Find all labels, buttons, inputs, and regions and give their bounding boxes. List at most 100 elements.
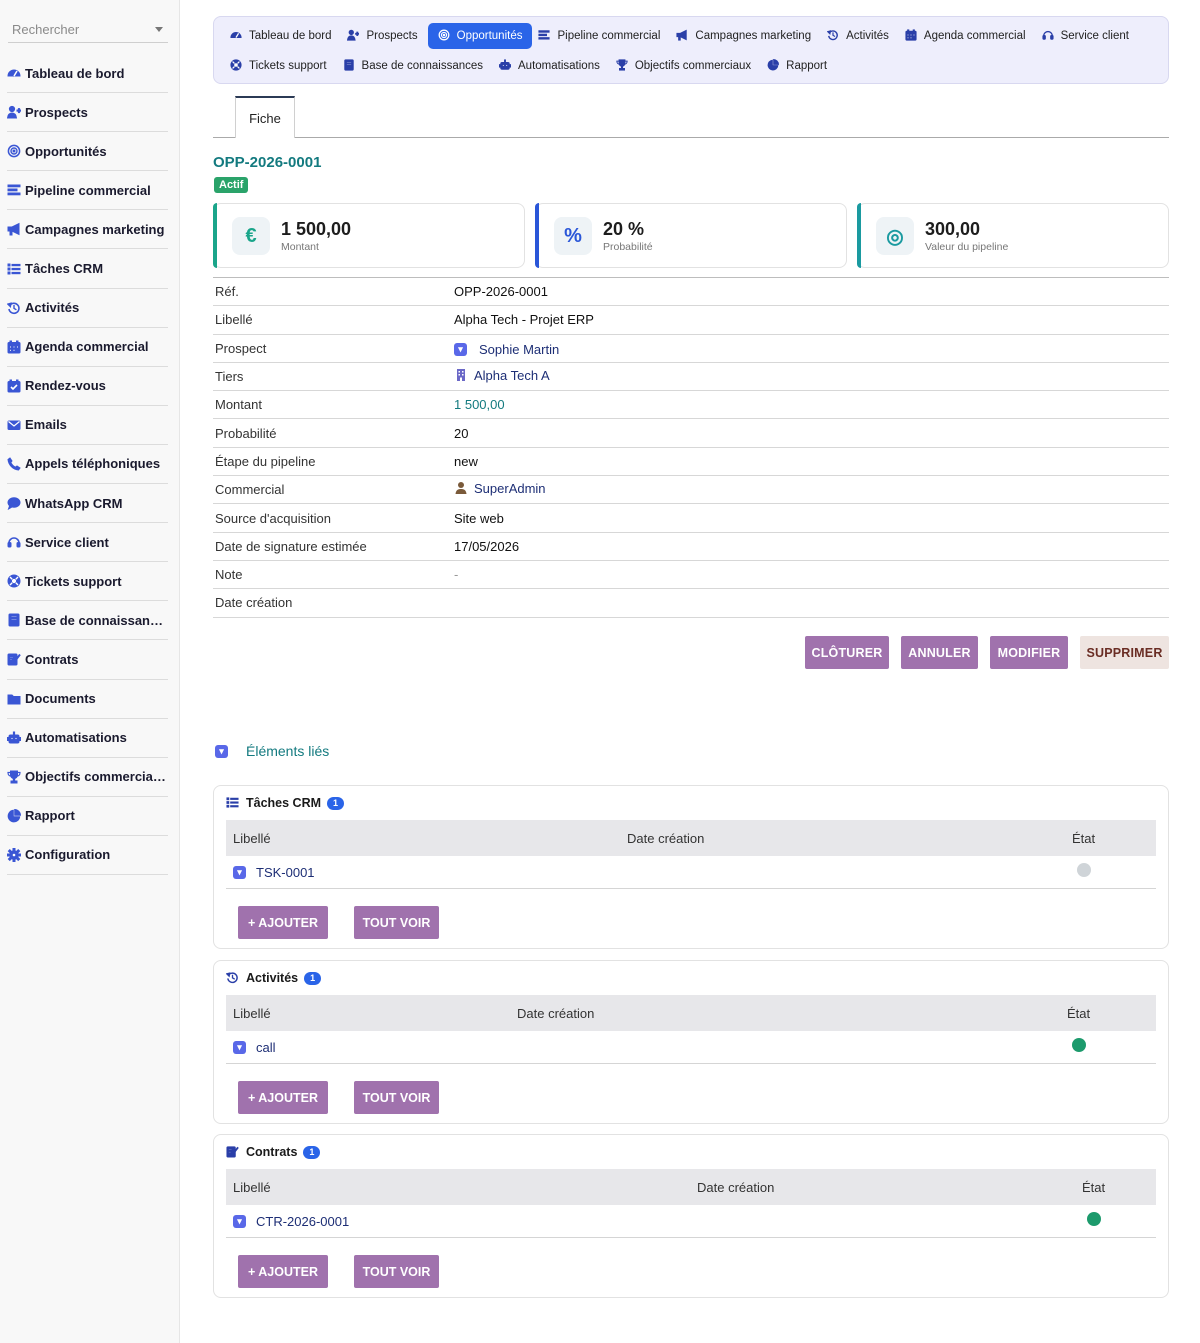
target-icon (7, 144, 21, 158)
pie-chart-icon (767, 59, 781, 73)
robot-icon (499, 59, 513, 73)
topnav-item-label: Rapport (786, 60, 828, 72)
sidebar-item-whatsapp-crm[interactable]: WhatsApp CRM (7, 484, 168, 524)
sidebar-item-rendez-vous[interactable]: Rendez-vous (7, 367, 168, 406)
top-nav-row-2: Tickets support Base de connaissances Auto… (224, 53, 837, 79)
field-row-etape: Étape du pipeline new (213, 447, 1169, 476)
sidebar-item-tableau-de-bord[interactable]: Tableau de bord (7, 54, 168, 94)
target-icon (438, 29, 452, 43)
view-all-button[interactable]: TOUT VOIR (354, 1255, 439, 1288)
field-label: Date de signature estimée (215, 538, 367, 554)
commercial-link[interactable]: SuperAdmin (474, 481, 546, 496)
row-state-cell (1001, 1031, 1156, 1064)
topnav-item-agenda-commercial[interactable]: Agenda commercial (899, 23, 1036, 49)
topnav-item-tableau-de-bord[interactable]: Tableau de bord (224, 23, 341, 49)
sidebar-item-automatisations[interactable]: Automatisations (7, 719, 168, 758)
add-button[interactable]: + AJOUTER (238, 1255, 328, 1288)
sidebar-item-rapport[interactable]: Rapport (7, 797, 168, 836)
sidebar-item-documents[interactable]: Documents (7, 680, 168, 719)
sidebar-item-activites[interactable]: Activités (7, 289, 168, 328)
search-input[interactable] (8, 16, 138, 42)
lifebuoy-icon (230, 59, 244, 73)
building-icon (454, 368, 468, 382)
sidebar-item-prospects[interactable]: Prospects (7, 93, 168, 133)
topnav-item-rapport[interactable]: Rapport (761, 53, 837, 79)
column-header-date-text: Date création (517, 1005, 595, 1021)
object-icon: ▾ (233, 1215, 246, 1229)
sidebar-item-service-client[interactable]: Service client (7, 523, 168, 563)
sidebar-item-base-de-connaissances[interactable]: Base de connaissances (7, 601, 168, 641)
close-button[interactable]: CLÔTURER (805, 636, 889, 669)
sidebar-item-pipeline-commercial[interactable]: Pipeline commercial (7, 171, 168, 211)
row-label-cell: ▾ TSK-0001 (226, 856, 666, 889)
sidebar-item-opportunites[interactable]: Opportunités (7, 132, 168, 172)
tiers-link[interactable]: Alpha Tech A (474, 368, 550, 383)
view-all-button[interactable]: TOUT VOIR (354, 1081, 439, 1114)
row-link[interactable]: ▾ call (233, 1040, 276, 1055)
linked-block-contrats: Contrats 1 Libellé Date création État ▾ CTR-20… (213, 1134, 1169, 1298)
history-icon (7, 301, 21, 315)
row-state-cell (1031, 1205, 1156, 1238)
topnav-item-tickets-support[interactable]: Tickets support (224, 53, 337, 79)
row-link[interactable]: ▾ CTR-2026-0001 (233, 1214, 349, 1229)
field-label: Prospect (215, 340, 267, 356)
field-label: Tiers (215, 369, 244, 385)
topnav-item-pipeline-commercial[interactable]: Pipeline commercial (532, 23, 670, 49)
sidebar-item-label: Objectifs commerciaux (25, 769, 168, 785)
sidebar-item-label: Pipeline commercial (25, 182, 151, 198)
page-title: OPP-2026-0001 (213, 154, 322, 171)
sidebar-item-label: Emails (25, 417, 67, 433)
prospect-link[interactable]: Sophie Martin (479, 342, 559, 357)
sidebar-item-label: Campagnes marketing (25, 221, 165, 237)
sidebar-item-objectifs-commerciaux[interactable]: Objectifs commerciaux (7, 758, 168, 797)
dashboard-icon (230, 29, 244, 43)
topnav-item-prospects[interactable]: Prospects (341, 23, 427, 49)
linked-block-activites: Activités 1 Libellé Date création État ▾ call +… (213, 960, 1169, 1124)
column-header-date-text: Date création (697, 1179, 775, 1195)
add-button[interactable]: + AJOUTER (238, 906, 328, 939)
topnav-item-campagnes-marketing[interactable]: Campagnes marketing (670, 23, 821, 49)
user-icon (454, 481, 468, 495)
search-box[interactable] (8, 16, 168, 43)
sidebar-item-contrats[interactable]: Contrats (7, 640, 168, 680)
sidebar-item-label: Rendez-vous (25, 378, 106, 394)
cancel-button[interactable]: ANNULER (901, 636, 978, 669)
tab-fiche[interactable]: Fiche (235, 96, 295, 138)
sidebar-item-campagnes-marketing[interactable]: Campagnes marketing (7, 210, 168, 250)
add-button[interactable]: + AJOUTER (238, 1081, 328, 1114)
sidebar-item-configuration[interactable]: Configuration (7, 836, 168, 875)
topnav-item-label: Base de connaissances (361, 60, 484, 72)
sidebar-item-taches-crm[interactable]: Tâches CRM (7, 249, 168, 289)
sidebar-item-agenda-commercial[interactable]: Agenda commercial (7, 328, 168, 367)
topnav-item-service-client[interactable]: Service client (1036, 23, 1139, 49)
row-label: CTR-2026-0001 (256, 1214, 350, 1230)
field-value: new (454, 453, 478, 469)
edit-button[interactable]: MODIFIER (990, 636, 1068, 669)
topnav-item-activites[interactable]: Activités (821, 23, 899, 49)
dashboard-icon (7, 66, 21, 80)
linked-block-title: Tâches CRM (246, 796, 322, 810)
topnav-item-opportunites[interactable]: Opportunités (427, 23, 533, 49)
sidebar-item-appels-telephoniques[interactable]: Appels téléphoniques (7, 445, 168, 485)
kpi-label: Valeur du pipeline (925, 241, 1009, 253)
percent-icon: % (554, 217, 592, 255)
sidebar-item-label: Contrats (25, 651, 79, 667)
topnav-item-base-de-connaissances[interactable]: Base de connaissances (337, 53, 493, 79)
topnav-item-objectifs-commerciaux[interactable]: Objectifs commerciaux (610, 53, 761, 79)
sidebar-item-emails[interactable]: Emails (7, 406, 168, 445)
delete-button[interactable]: SUPPRIMER (1080, 636, 1169, 669)
calendar-icon (7, 340, 21, 354)
topnav-item-label: Opportunités (456, 30, 523, 42)
sidebar-item-label: Documents (25, 691, 96, 707)
table-row: ▾ call (226, 1031, 1156, 1064)
row-link[interactable]: ▾ TSK-0001 (233, 865, 315, 880)
chevron-down-icon[interactable] (155, 27, 163, 32)
sidebar-item-tickets-support[interactable]: Tickets support (7, 562, 168, 602)
field-label: Probabilité (215, 425, 277, 441)
row-label-cell: ▾ CTR-2026-0001 (226, 1205, 736, 1238)
sidebar-item-label: Tâches CRM (25, 261, 104, 277)
view-all-button[interactable]: TOUT VOIR (354, 906, 439, 939)
topnav-item-automatisations[interactable]: Automatisations (493, 53, 610, 79)
row-date-cell (556, 1031, 1001, 1064)
linked-block-title: Contrats (246, 1145, 298, 1159)
